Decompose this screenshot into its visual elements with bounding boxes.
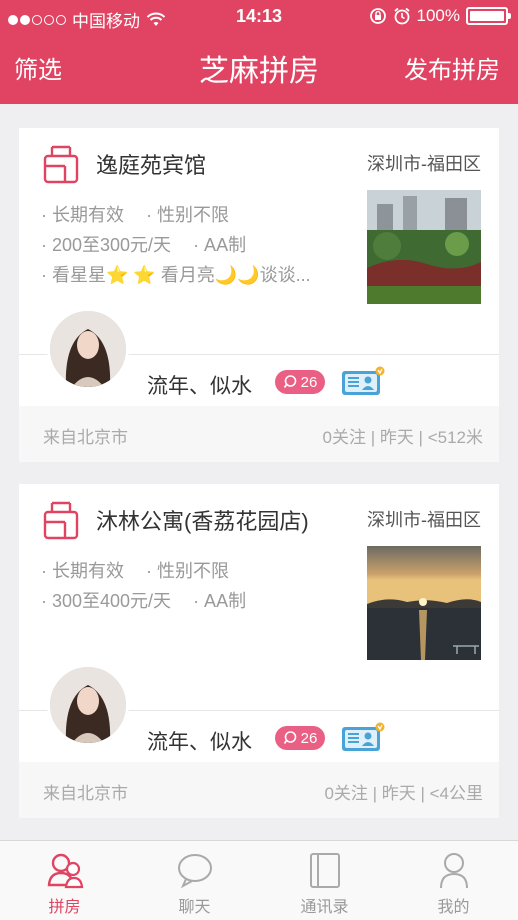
origin-label: 来自北京市 [43,784,128,803]
comment-count: 26 [300,373,318,391]
tab-label: 我的 [437,899,470,916]
validity-attr: · 长期有效 [41,205,124,225]
rotation-lock-icon [369,8,386,24]
avatar[interactable] [47,664,129,746]
navigation-bar: 筛选 芝麻拼房 发布拼房 [0,40,518,98]
battery-percent: 100% [416,6,460,25]
chat-bubble-icon [178,854,212,889]
listing-attributes: · 长期有效 · 性别不限 · 200至300元/天 · AA制 · 看星星⭐ ⭐ … [41,200,333,290]
people-icon [47,853,84,889]
validity-attr: · 长期有效 [41,561,124,581]
gender-attr: · 性别不限 [146,561,229,581]
person-icon [440,853,468,889]
comment-icon [283,731,296,744]
avatar-image [50,667,126,743]
username[interactable]: 流年、似水 [147,370,252,400]
tab-contacts[interactable]: 通讯录 [260,841,389,920]
card-footer: 来自北京市 0关注 | 昨天 | <4公里 [19,762,499,818]
comment-icon [283,375,296,388]
description-attr: · 看星星⭐ ⭐ 看月亮🌙🌙谈谈... [41,265,311,285]
listing-stats: 0关注 | 昨天 | <512米 [322,428,483,447]
battery-icon [466,7,511,25]
top-bar: 中国移动 14:13 100% 筛选 芝麻拼房 发布拼房 [0,0,518,104]
payment-attr: · AA制 [193,235,247,255]
hotel-icon [43,145,79,184]
tab-chat[interactable]: 聊天 [130,841,259,920]
price-attr: · 300至400元/天 [41,591,172,611]
tab-label: 通讯录 [300,899,349,916]
battery-fill [470,11,504,21]
tab-share-room[interactable]: 拼房 [0,841,129,920]
hotel-icon [43,501,79,540]
verified-id-icon [342,366,385,395]
listing-city: 深圳市-福田区 [367,154,481,174]
card-footer: 来自北京市 0关注 | 昨天 | <512米 [19,406,499,462]
alarm-icon [393,7,410,25]
avatar[interactable] [47,308,129,390]
comment-count-badge[interactable]: 26 [275,726,325,750]
comment-count-badge[interactable]: 26 [275,370,325,394]
price-attr: · 200至300元/天 [41,235,172,255]
comment-count: 26 [300,729,318,747]
tab-label: 聊天 [178,899,211,916]
origin-label: 来自北京市 [43,428,128,447]
verified-id-icon [342,722,385,751]
tab-me[interactable]: 我的 [389,841,518,920]
listing-name: 逸庭苑宾馆 [96,153,207,178]
listing-photo[interactable] [367,190,481,304]
listing-stats: 0关注 | 昨天 | <4公里 [324,784,483,803]
listing-card[interactable]: 逸庭苑宾馆 深圳市-福田区 · 长期有效 · 性别不限 · 200至300元/天 ·… [19,128,499,462]
listing-city: 深圳市-福田区 [367,510,481,530]
gender-attr: · 性别不限 [146,205,229,225]
listing-photo[interactable] [367,546,481,660]
listing-attributes: · 长期有效 · 性别不限 · 300至400元/天 · AA制 [41,556,268,616]
tab-bar: 拼房 聊天 通讯录 我的 [0,840,518,920]
listing-name: 沐林公寓(香荔花园店) [96,509,309,534]
payment-attr: · AA制 [193,591,247,611]
status-right: 100% [369,6,511,26]
address-book-icon [310,853,340,888]
listing-card[interactable]: 沐林公寓(香荔花园店) 深圳市-福田区 · 长期有效 · 性别不限 · 300至4… [19,484,499,818]
tab-label: 拼房 [48,899,81,916]
status-bar: 中国移动 14:13 100% [0,0,518,34]
username[interactable]: 流年、似水 [147,726,252,756]
publish-button[interactable]: 发布拼房 [404,50,500,85]
avatar-image [50,311,126,387]
